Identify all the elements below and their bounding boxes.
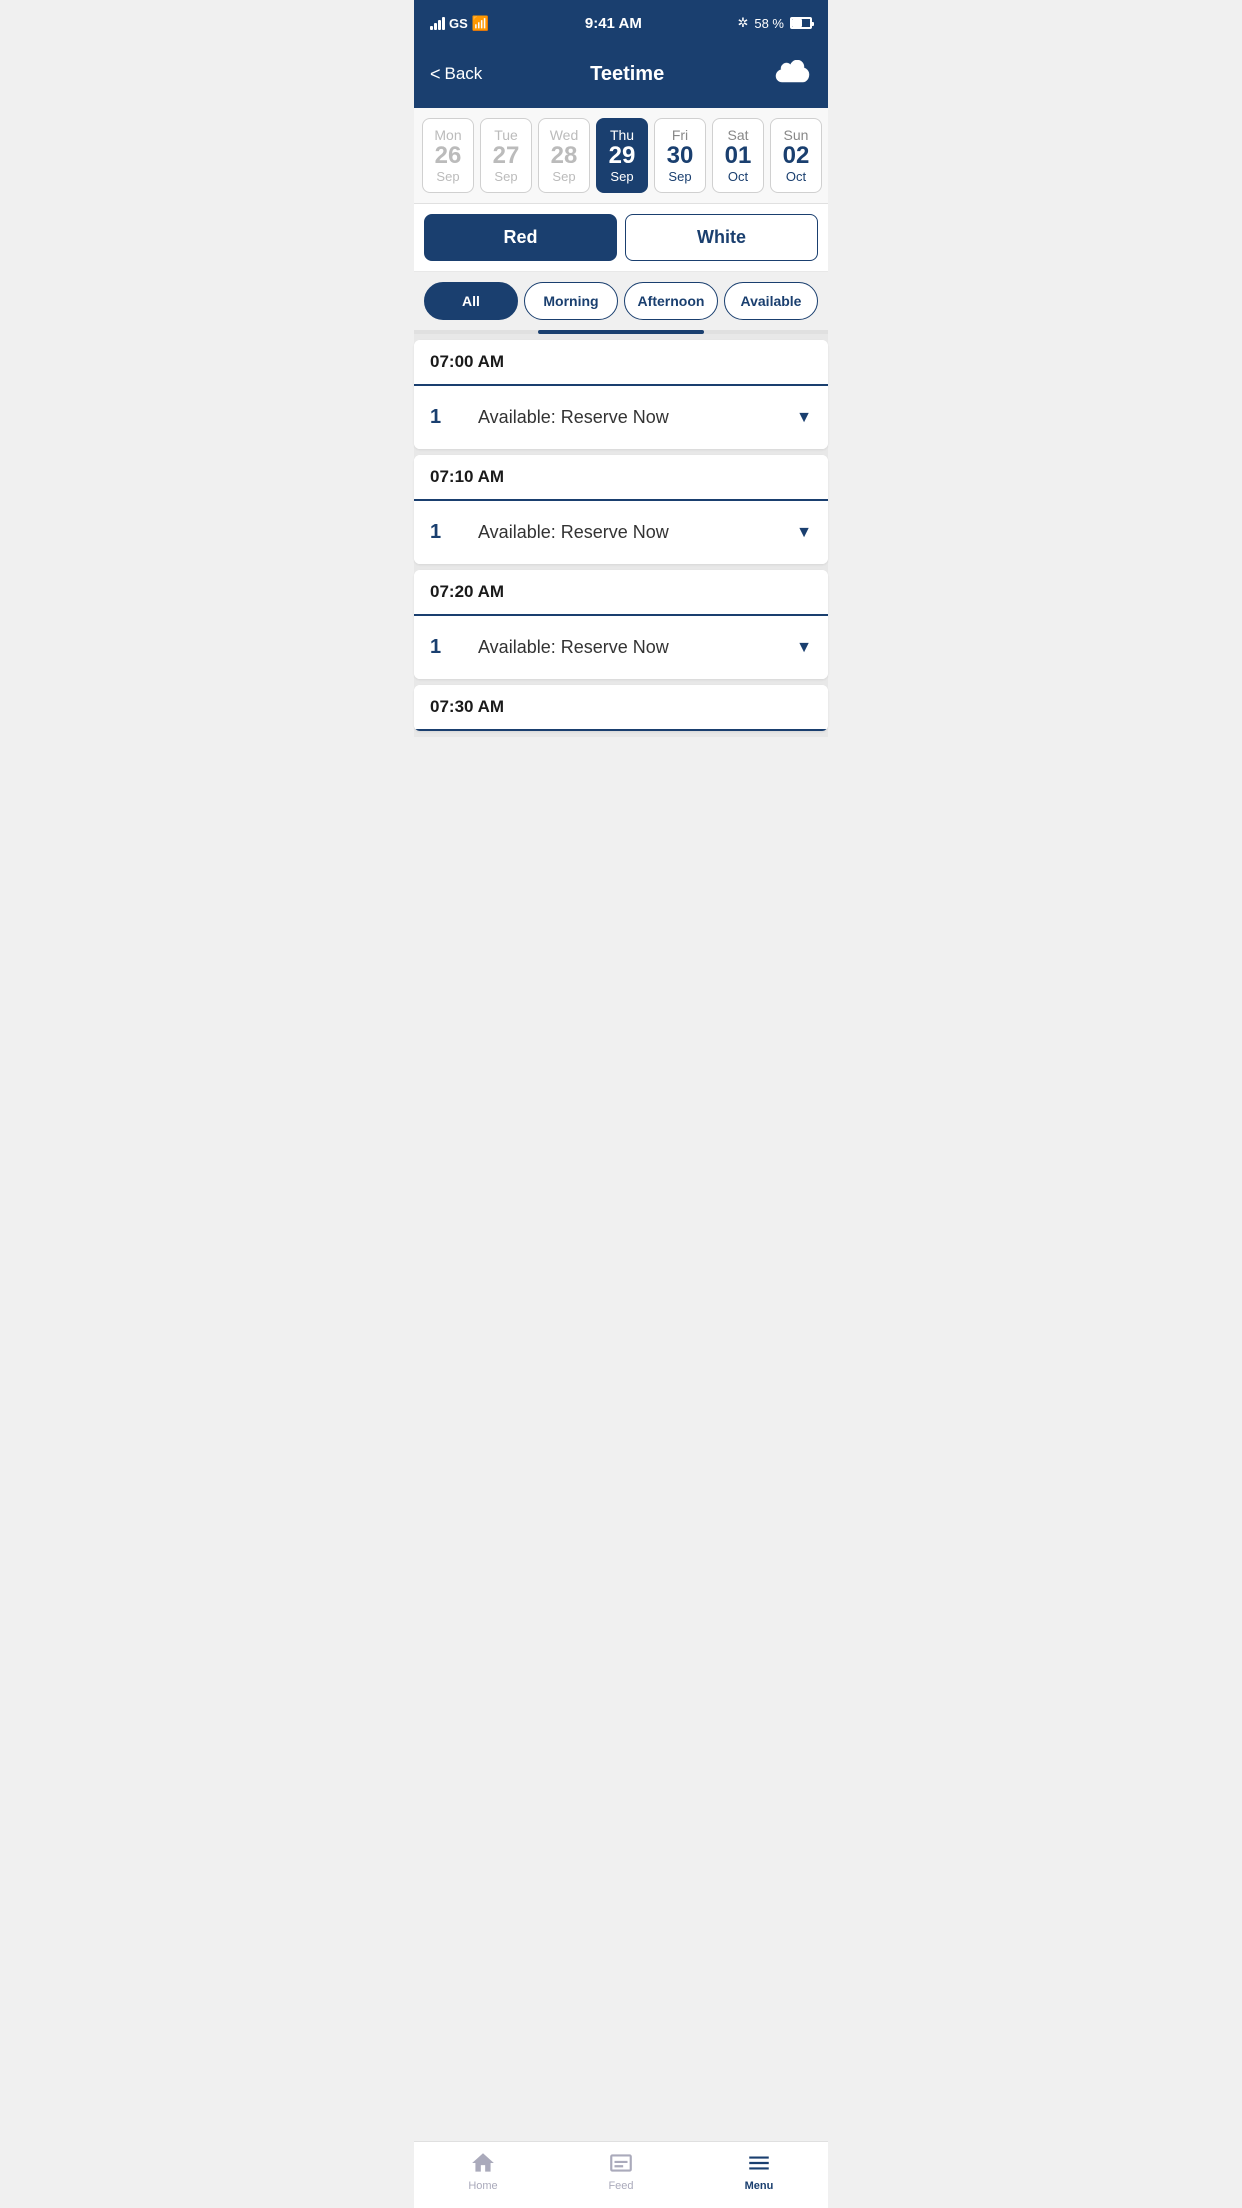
main-content: Mon 26 Sep Tue 27 Sep Wed 28 Sep Thu 29 … xyxy=(414,108,828,817)
day-num: 28 xyxy=(551,143,578,169)
status-time: 9:41 AM xyxy=(585,15,642,32)
tee-time-row[interactable]: 1 Available: Reserve Now ▼ xyxy=(414,386,828,449)
calendar-day-tue-27-sep[interactable]: Tue 27 Sep xyxy=(480,118,532,193)
calendar-strip: Mon 26 Sep Tue 27 Sep Wed 28 Sep Thu 29 … xyxy=(414,108,828,204)
tab-label-menu: Menu xyxy=(745,2180,774,2192)
day-num: 26 xyxy=(435,143,462,169)
tab-label-feed: Feed xyxy=(608,2180,633,2192)
filter-btn-available[interactable]: Available xyxy=(724,282,818,320)
cloud-button[interactable] xyxy=(772,54,812,94)
tee-time-header: 07:20 AM xyxy=(414,570,828,616)
tee-time-header: 07:00 AM xyxy=(414,340,828,386)
calendar-day-sat-01-oct[interactable]: Sat 01 Oct xyxy=(712,118,764,193)
feed-icon xyxy=(608,2150,634,2176)
day-month: Sep xyxy=(668,169,691,184)
tee-slot-label: Available: Reserve Now xyxy=(478,522,796,543)
day-name: Wed xyxy=(550,127,579,143)
back-label: Back xyxy=(445,64,483,84)
tab-label-home: Home xyxy=(468,2180,497,2192)
wifi-icon: 📶 xyxy=(472,15,489,32)
tee-chevron-down-icon: ▼ xyxy=(796,524,812,542)
day-month: Sep xyxy=(436,169,459,184)
tee-slot-number: 1 xyxy=(430,636,462,659)
back-chevron-icon: < xyxy=(430,64,441,85)
tee-slot-slot-0710: 07:10 AM 1 Available: Reserve Now ▼ xyxy=(414,455,828,564)
tab-feed[interactable]: Feed xyxy=(552,2150,690,2192)
bluetooth-icon: ✲ xyxy=(737,15,748,31)
tee-slot-slot-0730: 07:30 AM xyxy=(414,685,828,731)
battery-percent: 58 % xyxy=(754,16,784,31)
filter-btn-morning[interactable]: Morning xyxy=(524,282,618,320)
tee-time-row[interactable]: 1 Available: Reserve Now ▼ xyxy=(414,616,828,679)
day-num: 27 xyxy=(493,143,520,169)
tee-time-header: 07:10 AM xyxy=(414,455,828,501)
status-left: GS 📶 xyxy=(430,15,489,32)
calendar-day-wed-28-sep[interactable]: Wed 28 Sep xyxy=(538,118,590,193)
day-name: Thu xyxy=(610,127,634,143)
scroll-indicator xyxy=(414,330,828,334)
day-month: Oct xyxy=(728,169,748,184)
calendar-day-mon-26-sep[interactable]: Mon 26 Sep xyxy=(422,118,474,193)
signal-icon xyxy=(430,17,445,30)
day-name: Fri xyxy=(672,127,688,143)
back-button[interactable]: < Back xyxy=(430,64,482,85)
tee-slot-number: 1 xyxy=(430,521,462,544)
day-name: Mon xyxy=(434,127,461,143)
calendar-day-fri-30-sep[interactable]: Fri 30 Sep xyxy=(654,118,706,193)
course-btn-white[interactable]: White xyxy=(625,214,818,261)
course-selector: RedWhite xyxy=(414,204,828,272)
filter-btn-all[interactable]: All xyxy=(424,282,518,320)
tee-slot-label: Available: Reserve Now xyxy=(478,637,796,658)
tab-menu[interactable]: Menu xyxy=(690,2150,828,2192)
page-title: Teetime xyxy=(590,63,664,86)
day-name: Sat xyxy=(727,127,748,143)
tee-chevron-down-icon: ▼ xyxy=(796,409,812,427)
day-name: Tue xyxy=(494,127,518,143)
tab-home[interactable]: Home xyxy=(414,2150,552,2192)
day-num: 30 xyxy=(667,143,694,169)
status-bar: GS 📶 9:41 AM ✲ 58 % xyxy=(414,0,828,44)
tab-bar: Home Feed Menu xyxy=(414,2141,828,2208)
day-num: 01 xyxy=(725,143,752,169)
tee-slot-slot-0700: 07:00 AM 1 Available: Reserve Now ▼ xyxy=(414,340,828,449)
calendar-day-thu-29-sep[interactable]: Thu 29 Sep xyxy=(596,118,648,193)
carrier-label: GS xyxy=(449,16,468,31)
day-num: 02 xyxy=(783,143,810,169)
filter-bar: AllMorningAfternoonAvailable xyxy=(414,272,828,330)
day-num: 29 xyxy=(609,143,636,169)
course-btn-red[interactable]: Red xyxy=(424,214,617,261)
day-name: Sun xyxy=(784,127,809,143)
tee-chevron-down-icon: ▼ xyxy=(796,639,812,657)
day-month: Oct xyxy=(786,169,806,184)
home-icon xyxy=(470,2150,496,2176)
tee-time-row[interactable]: 1 Available: Reserve Now ▼ xyxy=(414,501,828,564)
tee-time-header: 07:30 AM xyxy=(414,685,828,731)
menu-icon xyxy=(746,2150,772,2176)
tee-slot-number: 1 xyxy=(430,406,462,429)
status-right: ✲ 58 % xyxy=(737,15,812,31)
filter-btn-afternoon[interactable]: Afternoon xyxy=(624,282,718,320)
tee-slot-slot-0720: 07:20 AM 1 Available: Reserve Now ▼ xyxy=(414,570,828,679)
battery-icon xyxy=(790,17,812,29)
nav-header: < Back Teetime xyxy=(414,44,828,108)
tee-list: 07:00 AM 1 Available: Reserve Now ▼ 07:1… xyxy=(414,334,828,737)
cloud-icon xyxy=(774,60,810,88)
tee-slot-label: Available: Reserve Now xyxy=(478,407,796,428)
day-month: Sep xyxy=(494,169,517,184)
day-month: Sep xyxy=(552,169,575,184)
calendar-day-sun-02-oct[interactable]: Sun 02 Oct xyxy=(770,118,822,193)
day-month: Sep xyxy=(610,169,633,184)
